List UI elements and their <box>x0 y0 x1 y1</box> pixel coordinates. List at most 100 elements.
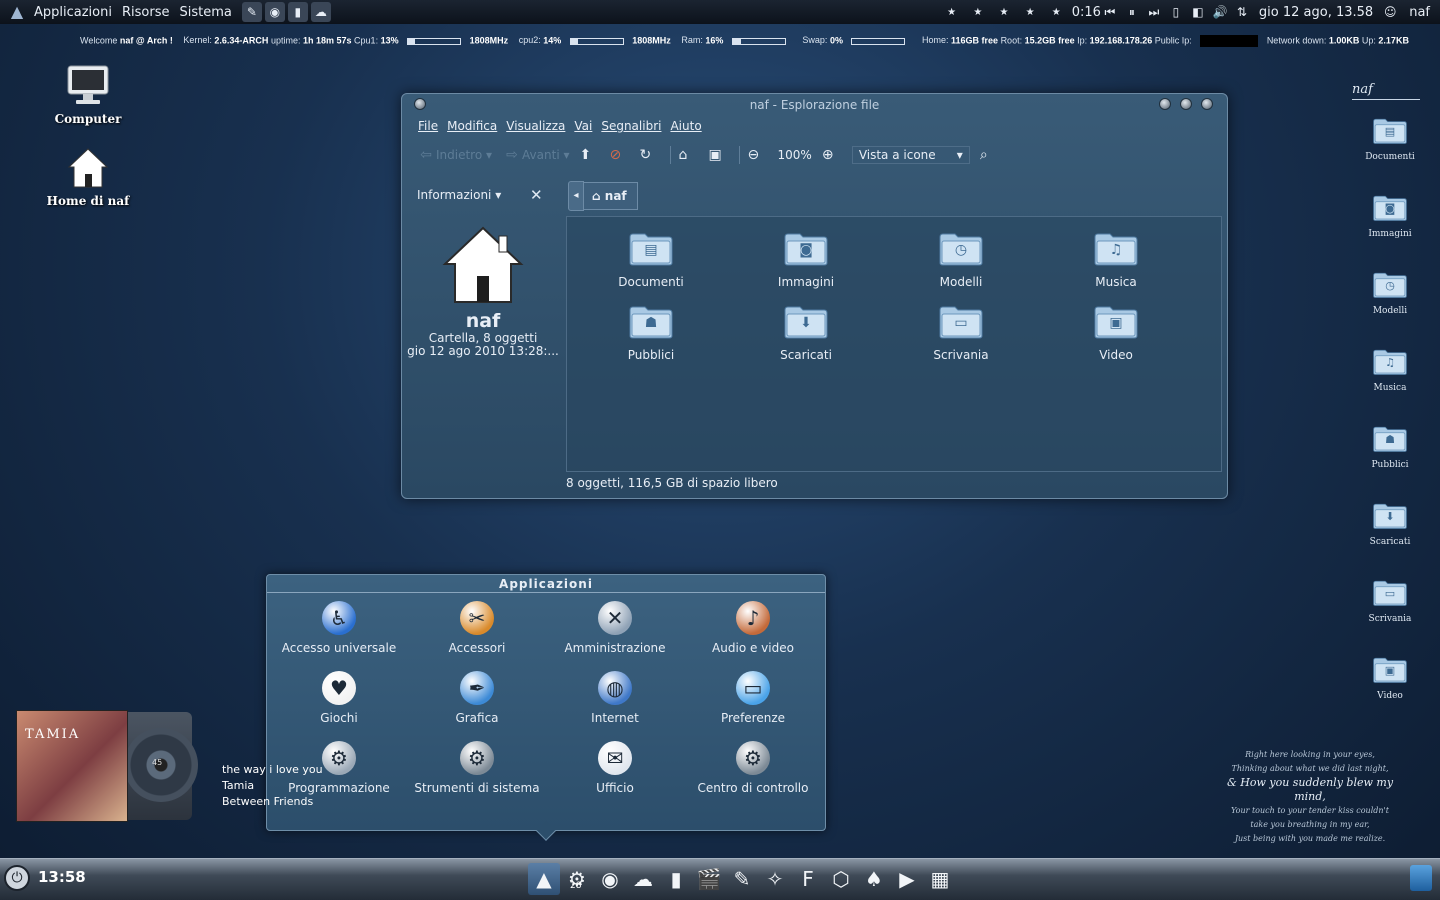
home-toolbar-icon[interactable]: ⌂ <box>679 147 699 163</box>
zoom-in-icon[interactable]: ⊕ <box>822 147 842 163</box>
desktop-computer-label: Computer <box>54 112 122 126</box>
gimp-launcher-icon[interactable]: ✎ <box>241 2 262 22</box>
terminal-launcher-icon[interactable]: ▮ <box>287 2 308 22</box>
menu-vai[interactable]: Vai <box>574 119 592 133</box>
right-folder-item[interactable]: ◙ Immagini <box>1360 193 1420 239</box>
previous-icon[interactable]: ⏮ <box>1101 5 1119 20</box>
search-icon[interactable]: ⌕ <box>980 147 1000 163</box>
folder-item[interactable]: ♫ Musica <box>1056 231 1176 289</box>
arch-menu-icon[interactable]: ▲ <box>528 863 560 895</box>
menu-segnalibri[interactable]: Segnalibri <box>601 119 661 133</box>
path-crumb-home[interactable]: ⌂ naf <box>584 182 638 210</box>
menu-aiuto[interactable]: Aiuto <box>670 119 701 133</box>
menu-pointer <box>536 821 556 841</box>
graphics-icon: ✒ <box>460 671 494 705</box>
zoom-out-icon[interactable]: ⊖ <box>748 147 768 163</box>
maximize-button[interactable] <box>1180 98 1192 110</box>
speaker-device-icon[interactable]: ▯ <box>1167 5 1185 19</box>
menu-modifica[interactable]: Modifica <box>447 119 497 133</box>
right-folder-item[interactable]: ▣ Video <box>1360 655 1420 701</box>
folder-item[interactable]: ▭ Scrivania <box>901 304 1021 362</box>
app-category-item[interactable]: ✒ Grafica <box>408 671 546 725</box>
terminal-icon[interactable]: ▮ <box>660 863 692 895</box>
folder-icon: ◙ <box>1372 193 1408 223</box>
next-icon[interactable]: ⏭ <box>1145 5 1163 20</box>
user-avatar-icon[interactable]: ☺ <box>1381 5 1399 19</box>
lyrics-line-highlight: & How you suddenly blew my mind, <box>1226 776 1394 803</box>
album-cover[interactable]: TAMIA <box>16 710 128 822</box>
reload-icon[interactable]: ↻ <box>640 147 660 163</box>
folder-item[interactable]: ◷ Modelli <box>901 231 1021 289</box>
audacity-icon[interactable]: ♠ <box>858 863 890 895</box>
up-icon[interactable]: ⬆ <box>580 147 600 163</box>
menu-applicazioni[interactable]: Applicazioni <box>34 5 112 20</box>
computer-toolbar-icon[interactable]: ▣ <box>709 147 729 163</box>
path-back-icon[interactable]: ◂ <box>568 181 584 211</box>
right-folder-item[interactable]: ▤ Documenti <box>1360 116 1420 162</box>
trash-icon[interactable] <box>1410 865 1432 891</box>
firefox-icon[interactable]: ◉ <box>594 863 626 895</box>
power-icon[interactable]: ⏻ <box>4 865 30 891</box>
volume-icon[interactable]: 🔊 <box>1211 5 1229 19</box>
desktop-computer[interactable]: Computer <box>38 64 138 126</box>
file-manager-icon[interactable]: ▦ <box>924 863 956 895</box>
folder-label: Modelli <box>939 275 983 289</box>
right-folder-item[interactable]: ☗ Pubblici <box>1360 424 1420 470</box>
calendar-icon[interactable]: ⚙ 28 <box>561 863 593 895</box>
app-category-item[interactable]: ✉ Ufficio <box>546 741 684 795</box>
app-category-item[interactable]: ♥ Giochi <box>270 671 408 725</box>
sidebar-close-icon[interactable]: ✕ <box>530 186 543 204</box>
folder-item[interactable]: ⬇ Scaricati <box>746 304 866 362</box>
app-category-item[interactable]: ✕ Amministrazione <box>546 601 684 655</box>
right-folder-item[interactable]: ⬇ Scaricati <box>1360 501 1420 547</box>
arch-logo-icon[interactable]: ▲ <box>6 1 28 23</box>
folder-item[interactable]: ☗ Pubblici <box>591 304 711 362</box>
menu-sistema[interactable]: Sistema <box>179 5 231 20</box>
gimp-icon[interactable]: ✎ <box>726 863 758 895</box>
forward-button[interactable]: ⇨ Avanti ▾ <box>502 147 569 163</box>
firefox-launcher-icon[interactable]: ◉ <box>264 2 285 22</box>
right-folder-item[interactable]: ▭ Scrivania <box>1360 578 1420 624</box>
folder-item[interactable]: ▣ Video <box>1056 304 1176 362</box>
app-category-item[interactable]: ♿ Accesso universale <box>270 601 408 655</box>
back-button[interactable]: ⇦ Indietro ▾ <box>416 147 492 163</box>
panel-user[interactable]: naf <box>1409 5 1430 20</box>
app-category-item[interactable]: ♪ Audio e video <box>684 601 822 655</box>
virtualbox-icon[interactable]: ⬡ <box>825 863 857 895</box>
folder-label: Scaricati <box>780 348 832 362</box>
folder-item[interactable]: ◙ Immagini <box>746 231 866 289</box>
video-editor-icon[interactable]: 🎬 <box>693 863 725 895</box>
app-category-item[interactable]: ⚙ Strumenti di sistema <box>408 741 546 795</box>
stop-icon[interactable]: ⊘ <box>610 147 630 163</box>
view-selector[interactable]: Vista a icone ▾ <box>851 146 970 164</box>
pidgin-icon[interactable]: ☁ <box>627 863 659 895</box>
menu-file[interactable]: File <box>418 119 438 133</box>
pause-icon[interactable]: ⏸ <box>1123 5 1141 20</box>
globe-icon: ◍ <box>598 671 632 705</box>
folder-item[interactable]: ▤ Documenti <box>591 231 711 289</box>
media-player-icon[interactable]: ▶ <box>891 863 923 895</box>
rating-stars[interactable]: ★ ★ ★ ★ ★ <box>947 7 1068 18</box>
folder-glyph: ⬇ <box>1385 510 1395 523</box>
pidgin-launcher-icon[interactable]: ☁ <box>310 2 331 22</box>
app-category-item[interactable]: ◍ Internet <box>546 671 684 725</box>
transmission-icon[interactable]: ✧ <box>759 863 791 895</box>
panel-clock[interactable]: gio 12 ago, 13.58 <box>1259 5 1373 20</box>
ram-bar <box>731 37 786 45</box>
folder-glyph: ◙ <box>1384 202 1396 215</box>
filezilla-icon[interactable]: F <box>792 863 824 895</box>
app-category-item[interactable]: ⚙ Centro di controllo <box>684 741 822 795</box>
file-manager-window: naf - Esplorazione file File Modifica Vi… <box>401 93 1228 499</box>
right-folder-item[interactable]: ♫ Musica <box>1360 347 1420 393</box>
close-button[interactable] <box>1201 98 1213 110</box>
desktop-home[interactable]: Home di naf <box>38 146 138 208</box>
sidebar-mode-selector[interactable]: Informazioni ▾ <box>417 188 501 202</box>
power-manager-icon[interactable]: ◧ <box>1189 5 1207 19</box>
menu-visualizza[interactable]: Visualizza <box>506 119 565 133</box>
app-category-item[interactable]: ▭ Preferenze <box>684 671 822 725</box>
right-folder-item[interactable]: ◷ Modelli <box>1360 270 1420 316</box>
minimize-button[interactable] <box>1159 98 1171 110</box>
network-icon[interactable]: ⇅ <box>1233 5 1251 19</box>
menu-risorse[interactable]: Risorse <box>122 5 170 20</box>
app-category-item[interactable]: ✂ Accessori <box>408 601 546 655</box>
